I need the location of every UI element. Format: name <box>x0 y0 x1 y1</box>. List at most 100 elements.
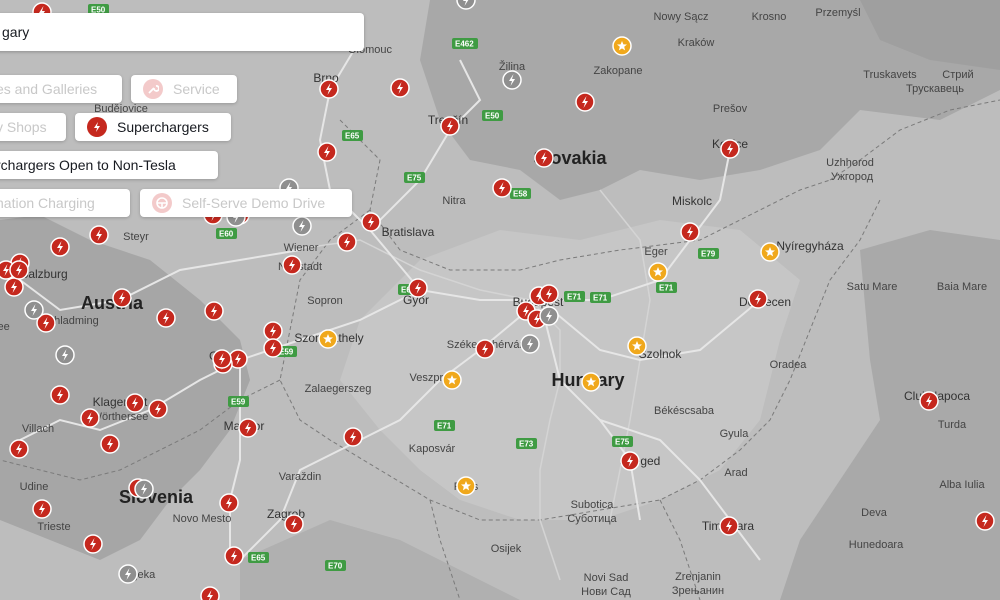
road-shield: E60 <box>216 228 237 239</box>
supercharger-marker[interactable] <box>919 391 939 411</box>
supercharger-marker[interactable] <box>4 277 24 297</box>
supercharger-marker[interactable] <box>112 288 132 308</box>
city-label: Satu Mare <box>847 281 898 293</box>
supercharger-marker[interactable] <box>317 142 337 162</box>
road-shield-label: E73 <box>519 440 534 449</box>
road-shield-label: E71 <box>593 294 608 303</box>
wrench-icon <box>143 79 163 99</box>
filter-superchargers[interactable]: Superchargers <box>75 113 231 141</box>
inactive-charger-marker[interactable] <box>55 345 75 365</box>
city-label: Baia Mare <box>937 281 987 293</box>
city-label: Arad <box>724 467 747 479</box>
supercharger-marker[interactable] <box>343 427 363 447</box>
supercharger-marker[interactable] <box>440 116 460 136</box>
city-label: Novi Sad <box>584 572 629 584</box>
destination-charger-marker[interactable] <box>581 372 601 392</box>
destination-charger-marker[interactable] <box>456 476 476 496</box>
city-label: Zrenjanin <box>675 571 721 583</box>
city-label: Wiener <box>284 242 319 254</box>
supercharger-marker[interactable] <box>80 408 100 428</box>
supercharger-marker[interactable] <box>975 511 995 531</box>
supercharger-marker[interactable] <box>9 260 29 280</box>
supercharger-marker[interactable] <box>212 349 232 369</box>
destination-charger-marker[interactable] <box>760 242 780 262</box>
supercharger-marker[interactable] <box>337 232 357 252</box>
supercharger-marker[interactable] <box>282 255 302 275</box>
supercharger-marker[interactable] <box>9 439 29 459</box>
supercharger-marker[interactable] <box>204 301 224 321</box>
city-label: Subotica <box>571 499 615 511</box>
supercharger-marker[interactable] <box>219 493 239 513</box>
road-shield: E71 <box>590 292 611 303</box>
destination-charger-marker[interactable] <box>612 36 632 56</box>
city-label: Зрењанин <box>672 585 724 597</box>
supercharger-marker[interactable] <box>32 499 52 519</box>
inactive-charger-marker[interactable] <box>520 334 540 354</box>
supercharger-marker[interactable] <box>200 586 220 600</box>
supercharger-marker[interactable] <box>575 92 595 112</box>
supercharger-marker[interactable] <box>148 399 168 419</box>
road-shield-label: E65 <box>251 554 266 563</box>
supercharger-marker[interactable] <box>720 139 740 159</box>
supercharger-marker[interactable] <box>361 212 381 232</box>
filter-destination-charging[interactable]: nation Charging <box>0 189 130 217</box>
city-label: Oradea <box>770 359 808 371</box>
road-shield: E65 <box>248 552 269 563</box>
supercharger-marker[interactable] <box>680 222 700 242</box>
supercharger-marker[interactable] <box>319 79 339 99</box>
filter-demo-drive[interactable]: Self-Serve Demo Drive <box>140 189 352 217</box>
supercharger-marker[interactable] <box>719 516 739 536</box>
supercharger-marker[interactable] <box>100 434 120 454</box>
filter-non-tesla-superchargers[interactable]: rchargers Open to Non-Tesla <box>0 151 218 179</box>
supercharger-marker[interactable] <box>89 225 109 245</box>
road-shield: E71 <box>656 282 677 293</box>
filter-label: Service <box>173 81 220 97</box>
filter-galleries[interactable]: es and Galleries <box>0 75 122 103</box>
search-input[interactable] <box>2 24 332 40</box>
city-label: See <box>0 321 10 333</box>
city-label: Zalaegerszeg <box>305 383 372 395</box>
inactive-charger-marker[interactable] <box>292 216 312 236</box>
supercharger-marker[interactable] <box>492 178 512 198</box>
supercharger-marker[interactable] <box>534 148 554 168</box>
road-shield: E50 <box>482 110 503 121</box>
filter-shops[interactable]: y Shops <box>0 113 66 141</box>
supercharger-marker[interactable] <box>238 418 258 438</box>
city-label: Békéscsaba <box>654 405 715 417</box>
inactive-charger-marker[interactable] <box>539 306 559 326</box>
supercharger-marker[interactable] <box>284 514 304 534</box>
road-shield: E75 <box>404 172 425 183</box>
destination-charger-marker[interactable] <box>318 329 338 349</box>
supercharger-marker[interactable] <box>125 393 145 413</box>
city-label: Udine <box>20 481 49 493</box>
inactive-charger-marker[interactable] <box>134 479 154 499</box>
supercharger-marker[interactable] <box>50 237 70 257</box>
road-shield-label: E79 <box>701 250 716 259</box>
supercharger-marker[interactable] <box>475 339 495 359</box>
road-shield-label: E59 <box>231 398 246 407</box>
city-label: Nitra <box>442 195 466 207</box>
supercharger-marker[interactable] <box>156 308 176 328</box>
supercharger-marker[interactable] <box>539 284 559 304</box>
supercharger-marker[interactable] <box>620 451 640 471</box>
destination-charger-marker[interactable] <box>442 370 462 390</box>
supercharger-marker[interactable] <box>263 321 283 341</box>
city-label: Wörthersee <box>92 411 149 423</box>
filter-service[interactable]: Service <box>131 75 237 103</box>
supercharger-marker[interactable] <box>263 338 283 358</box>
search-bar[interactable] <box>0 13 364 51</box>
supercharger-marker[interactable] <box>408 278 428 298</box>
supercharger-marker[interactable] <box>83 534 103 554</box>
supercharger-marker[interactable] <box>748 289 768 309</box>
inactive-charger-marker[interactable] <box>118 564 138 584</box>
city-label: Villach <box>22 423 54 435</box>
inactive-charger-marker[interactable] <box>24 300 44 320</box>
destination-charger-marker[interactable] <box>648 262 668 282</box>
supercharger-marker[interactable] <box>50 385 70 405</box>
city-label: Uzhhorod <box>826 157 874 169</box>
supercharger-marker[interactable] <box>224 546 244 566</box>
city-label: Trieste <box>37 521 70 533</box>
supercharger-marker[interactable] <box>390 78 410 98</box>
destination-charger-marker[interactable] <box>627 336 647 356</box>
inactive-charger-marker[interactable] <box>502 70 522 90</box>
